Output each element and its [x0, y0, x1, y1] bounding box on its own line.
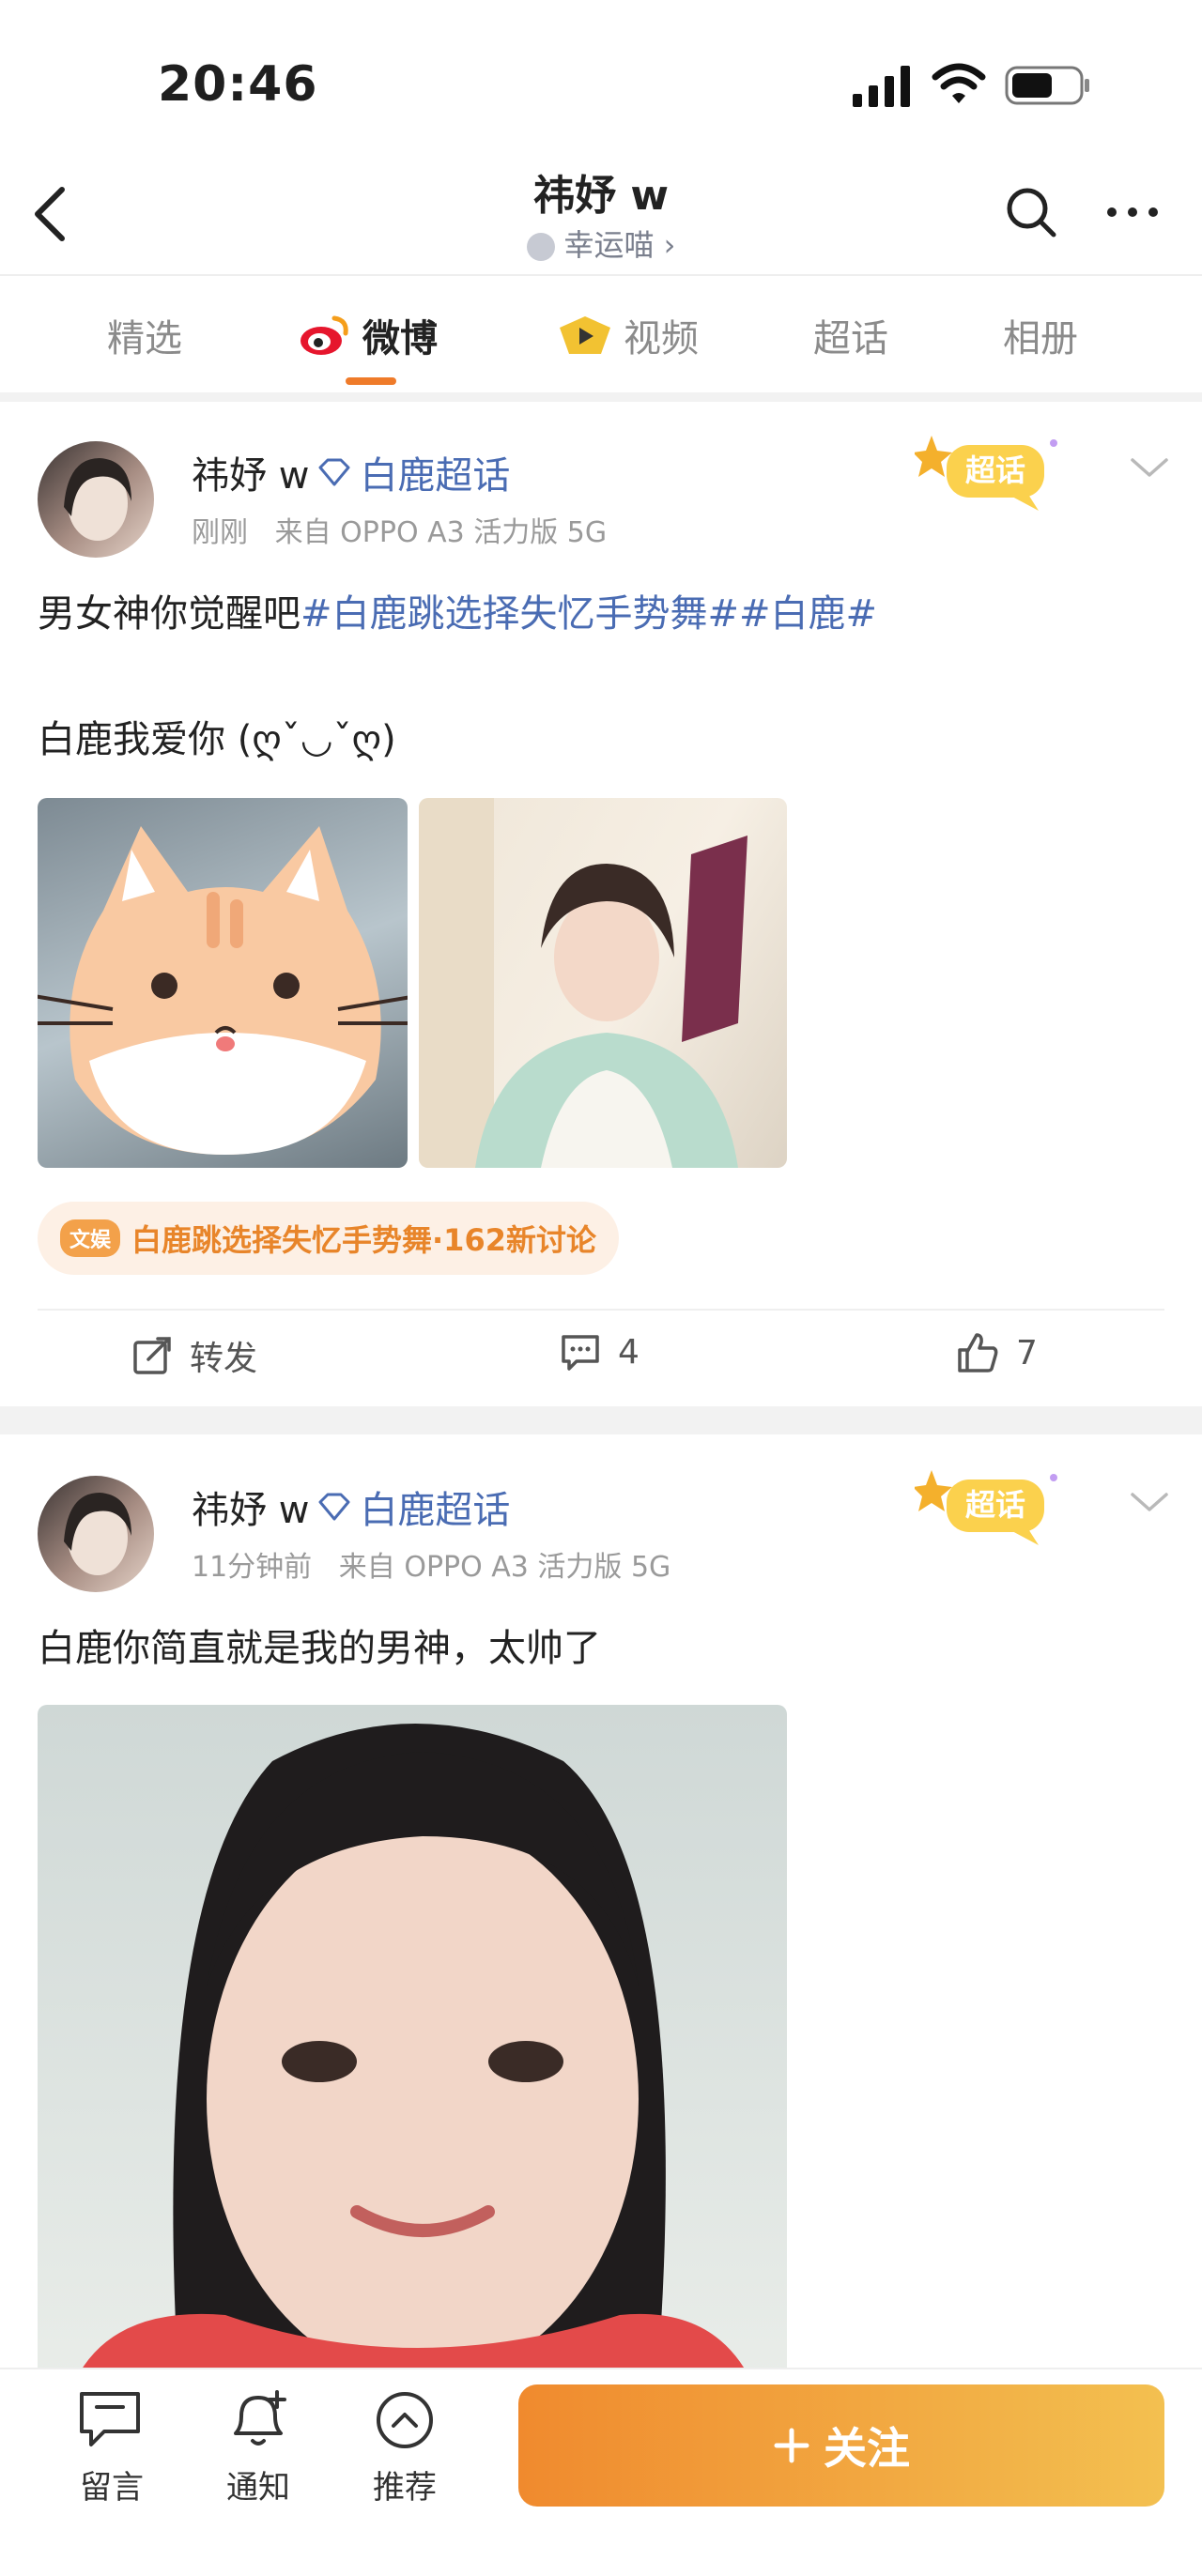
follow-button[interactable]: 关注 [518, 2384, 1164, 2507]
tab-label: 精选 [107, 317, 182, 360]
wifi-icon [932, 63, 986, 103]
like-count: 7 [1016, 1333, 1038, 1372]
comment-icon [562, 1335, 599, 1371]
chevron-down-icon[interactable] [1129, 1491, 1170, 1513]
tab-label: 超话 [813, 317, 888, 360]
cat-sticker-icon [38, 826, 408, 1155]
bell-plus-icon [234, 2390, 286, 2446]
post-meta: 11分钟前 来自 OPPO A3 活力版 5G [192, 1543, 670, 1585]
avatar[interactable] [38, 441, 154, 558]
notify-button[interactable]: 通知 [207, 2388, 310, 2507]
repost-icon [133, 1337, 171, 1374]
post-time: 11分钟前 [192, 1551, 313, 1584]
more-options-icon[interactable] [1106, 199, 1159, 225]
cat-icon [526, 233, 555, 261]
super-topic-badge-icon: 超话 [915, 1470, 1057, 1545]
recommend-button[interactable]: 推荐 [353, 2388, 456, 2507]
message-icon [80, 2392, 140, 2446]
divider [38, 1309, 1164, 1311]
super-topic-badge-icon: 超话 [915, 436, 1057, 511]
post-source: 来自 OPPO A3 活力版 5G [274, 516, 608, 549]
thumbs-up-icon [958, 1333, 998, 1372]
recommend-label: 推荐 [373, 2469, 437, 2507]
notify-label: 通知 [226, 2469, 290, 2507]
diamond-icon [318, 1493, 350, 1521]
post-author-line: 祎妤 w 白鹿超话 [192, 445, 510, 499]
tab-video[interactable]: 视频 [558, 308, 699, 362]
bottom-toolbar: 留言 通知 推荐 关注 [0, 2368, 1202, 2576]
selfie-photo [75, 1724, 751, 2381]
tab-weibo[interactable]: 微博 [299, 308, 438, 362]
tab-super-topic[interactable]: 超话 [813, 308, 888, 362]
pill-text: 白鹿跳选择失忆手势舞·162新讨论 [131, 1222, 596, 1258]
post-text-line2: 白鹿我爱你 (ღˇ◡ˇღ) [38, 718, 396, 761]
post-meta: 刚刚 来自 OPPO A3 活力版 5G [192, 509, 607, 550]
video-icon [560, 316, 610, 354]
avatar-image [64, 458, 131, 541]
chevron-down-icon[interactable] [1129, 456, 1170, 479]
recommend-up-icon [377, 2392, 433, 2448]
tab-featured[interactable]: 精选 [107, 308, 182, 362]
post-image-photo[interactable] [419, 798, 787, 1168]
comment-count: 4 [618, 1332, 640, 1372]
diamond-icon [318, 458, 350, 486]
tab-label: 视频 [624, 317, 699, 360]
post-text-body: 男女神你觉醒吧 [38, 592, 300, 636]
tab-label: 微博 [362, 317, 438, 360]
tab-label: 相册 [1003, 317, 1078, 360]
repost-button[interactable]: 转发 [131, 1331, 257, 1380]
plus-icon [774, 2428, 809, 2463]
post-time: 刚刚 [192, 516, 248, 549]
active-tab-indicator [346, 377, 396, 385]
status-time: 20:46 [158, 56, 318, 113]
pill-badge: 文娱 [60, 1219, 121, 1257]
cellular-signal-icon [853, 66, 910, 107]
portrait-photo [419, 798, 747, 1168]
post-author[interactable]: 祎妤 w [192, 445, 309, 499]
super-topic-link[interactable]: 白鹿超话 [360, 445, 510, 499]
message-button[interactable]: 留言 [60, 2388, 163, 2507]
avatar[interactable] [38, 1476, 154, 1592]
post-author[interactable]: 祎妤 w [192, 1480, 309, 1534]
message-label: 留言 [80, 2469, 144, 2507]
like-button[interactable]: 7 [956, 1331, 1038, 1374]
post-image-cat[interactable] [38, 798, 408, 1168]
post-author-line: 祎妤 w 白鹿超话 [192, 1480, 510, 1534]
follow-label: 关注 [824, 2423, 910, 2474]
topic-pill[interactable]: 文娱 白鹿跳选择失忆手势舞·162新讨论 [38, 1202, 619, 1275]
avatar-image [64, 1493, 131, 1575]
post-image-selfie[interactable] [38, 1705, 787, 2381]
post-text: 白鹿你简直就是我的男神，太帅了 [38, 1627, 601, 1670]
search-icon[interactable] [1003, 184, 1059, 240]
super-topic-link[interactable]: 白鹿超话 [360, 1480, 510, 1534]
hashtag-link[interactable]: #白鹿跳选择失忆手势舞##白鹿# [300, 592, 877, 636]
tab-bar: 精选 微博 视频 超话 相册 [0, 276, 1202, 392]
post-text: 男女神你觉醒吧#白鹿跳选择失忆手势舞##白鹿# [38, 586, 1164, 642]
post-separator [0, 1406, 1202, 1434]
section-gap [0, 392, 1202, 402]
weibo-logo-icon [300, 315, 348, 355]
repost-label: 转发 [190, 1340, 258, 1378]
tab-album[interactable]: 相册 [1003, 308, 1078, 362]
super-topic-badge-text: 超话 [965, 1487, 1025, 1523]
comment-button[interactable]: 4 [560, 1331, 640, 1372]
post-source: 来自 OPPO A3 活力版 5G [338, 1551, 671, 1584]
super-topic-badge-text: 超话 [965, 452, 1025, 488]
page-subtitle-text: 幸运喵 › [563, 227, 676, 263]
battery-icon [1005, 66, 1089, 105]
